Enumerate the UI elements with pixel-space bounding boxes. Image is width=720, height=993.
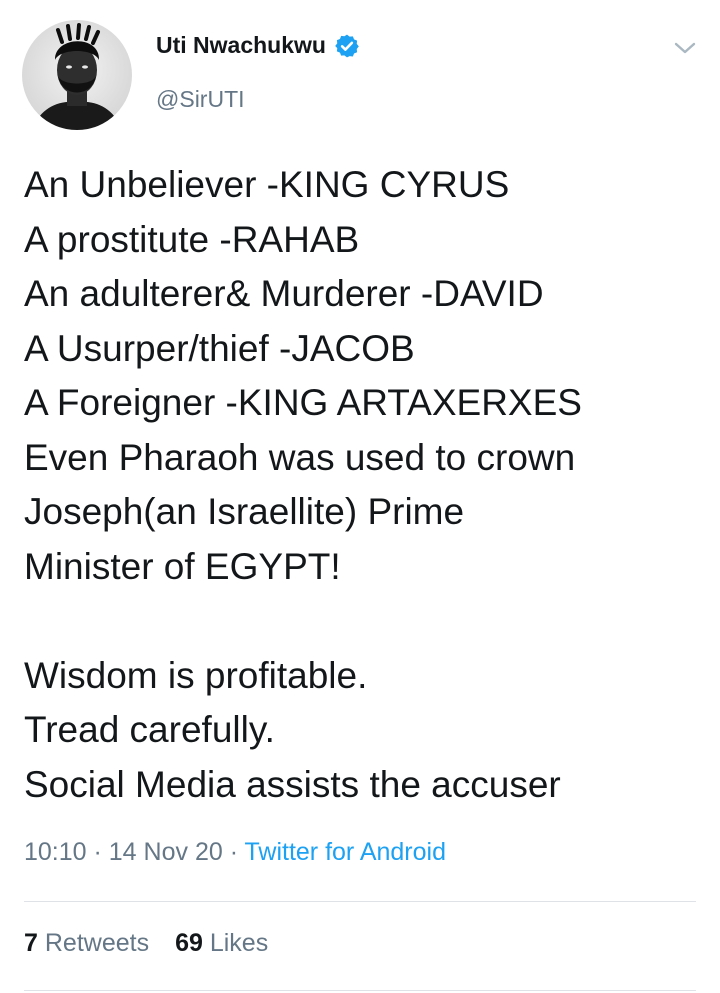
retweets-label: Retweets <box>44 929 150 957</box>
likes-count: 69 <box>175 929 203 957</box>
tweet-line: Tread carefully. <box>24 709 275 750</box>
author-name-row[interactable]: Uti Nwachukwu <box>156 32 360 59</box>
tweet-metadata: 10:10 · 14 Nov 20 · Twitter for Android <box>24 838 446 867</box>
tweet-line: Minister of EGYPT! <box>24 545 341 587</box>
tweet-line: Even Pharaoh was used to crown <box>24 436 576 478</box>
tweet-line: Wisdom is profitable. <box>24 654 368 696</box>
tweet-line: A Usurper/thief -JACOB <box>24 327 415 369</box>
author-handle[interactable]: @SirUTI <box>156 86 245 113</box>
tweet-line: A Foreigner -KING ARTAXERXES <box>24 382 582 423</box>
tweet-detail: Uti Nwachukwu @SirUTI An Unbeliever -KIN… <box>0 0 720 993</box>
engagement-stats: 7 Retweets 69 Likes <box>24 929 268 958</box>
tweet-text: An Unbeliever -KING CYRUS A prostitute -… <box>24 158 704 812</box>
chevron-down-icon[interactable] <box>672 38 698 58</box>
likes-stat[interactable]: 69 Likes <box>175 929 268 958</box>
avatar[interactable] <box>22 20 132 130</box>
meta-separator: · <box>222 838 245 866</box>
tweet-date[interactable]: 14 Nov 20 <box>109 838 223 866</box>
author-display-name[interactable]: Uti Nwachukwu <box>156 32 326 59</box>
tweet-line: A prostitute -RAHAB <box>24 218 360 260</box>
tweet-line: An adulterer& Murderer -DAVID <box>24 273 544 314</box>
divider <box>24 901 696 902</box>
avatar-portrait-image <box>32 23 122 130</box>
retweets-count: 7 <box>24 929 38 957</box>
tweet-line: Social Media assists the accuser <box>24 763 561 805</box>
retweets-stat[interactable]: 7 Retweets <box>24 929 149 958</box>
likes-label: Likes <box>209 929 269 957</box>
tweet-line: An Unbeliever -KING CYRUS <box>24 164 510 205</box>
verified-badge-icon <box>335 34 359 57</box>
tweet-line: Joseph(an Israellite) Prime <box>24 491 465 532</box>
divider <box>24 990 696 991</box>
tweet-source-link[interactable]: Twitter for Android <box>245 838 446 866</box>
meta-separator: · <box>86 838 109 866</box>
tweet-time[interactable]: 10:10 <box>24 838 87 866</box>
